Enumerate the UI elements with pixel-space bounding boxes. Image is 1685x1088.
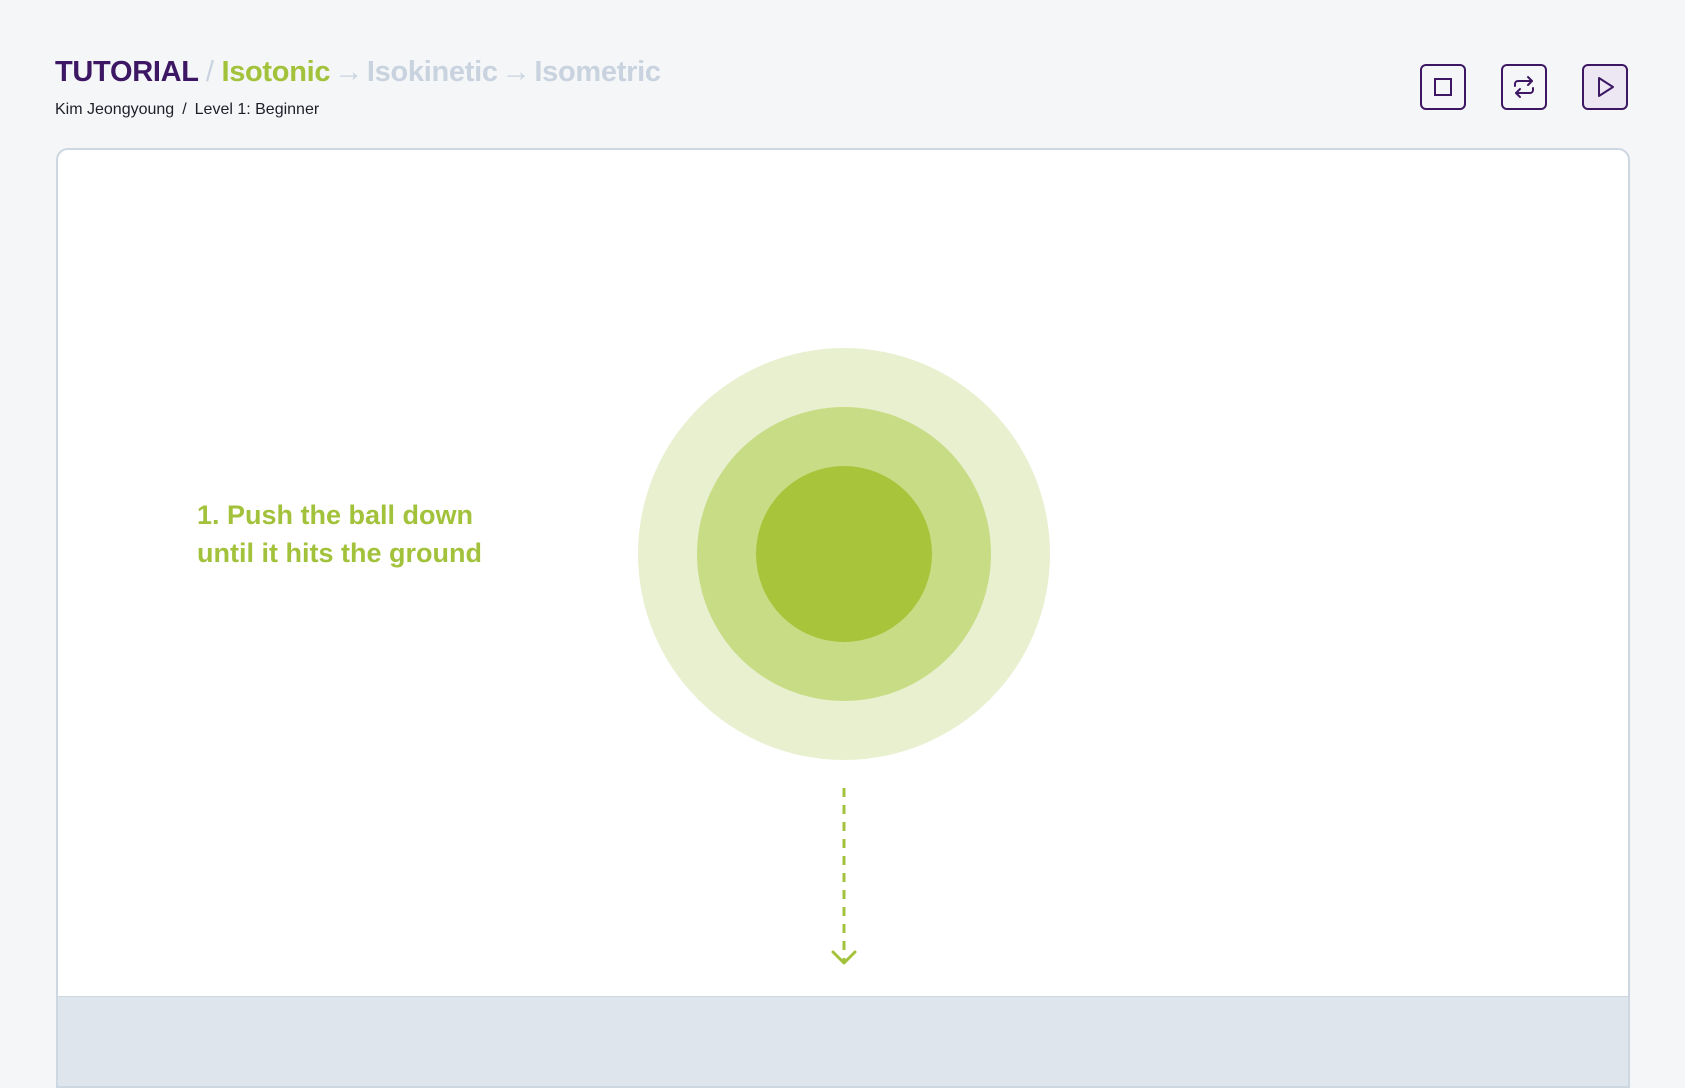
- breadcrumb-separator: /: [205, 56, 214, 88]
- user-name: Kim Jeongyoung: [55, 101, 175, 118]
- step-isokinetic: Isokinetic: [366, 56, 498, 88]
- instruction-line-2: until it hits the ground: [197, 538, 482, 568]
- instruction-line-1: 1. Push the ball down: [197, 500, 474, 530]
- exercise-canvas: 1. Push the ball down until it hits the …: [56, 148, 1630, 1088]
- play-icon: [1598, 77, 1614, 97]
- play-button[interactable]: [1582, 64, 1628, 110]
- repeat-icon: [1514, 76, 1534, 98]
- arrow-right-icon: →: [334, 56, 363, 88]
- breadcrumb-root: TUTORIAL: [55, 56, 199, 88]
- ground: [58, 996, 1628, 1086]
- breadcrumb: TUTORIAL / Isotonic → Isokinetic → Isometric: [55, 52, 661, 92]
- stop-icon: [1434, 78, 1452, 96]
- instruction-text: 1. Push the ball down until it hits the …: [197, 496, 557, 572]
- subline-separator: /: [182, 101, 187, 118]
- playback-controls: [1420, 64, 1628, 110]
- ball[interactable]: [756, 466, 932, 642]
- step-isometric: Isometric: [534, 56, 661, 88]
- repeat-button[interactable]: [1501, 64, 1547, 110]
- arrow-right-icon: →: [501, 56, 531, 88]
- stop-button[interactable]: [1420, 64, 1466, 110]
- arrow-down-icon: [831, 788, 857, 965]
- step-isotonic: Isotonic: [221, 56, 331, 88]
- level-label: Level 1: Beginner: [194, 101, 320, 118]
- user-level-info: Kim Jeongyoung / Level 1: Beginner: [55, 101, 661, 119]
- header: TUTORIAL / Isotonic → Isokinetic → Isometric…: [55, 52, 661, 119]
